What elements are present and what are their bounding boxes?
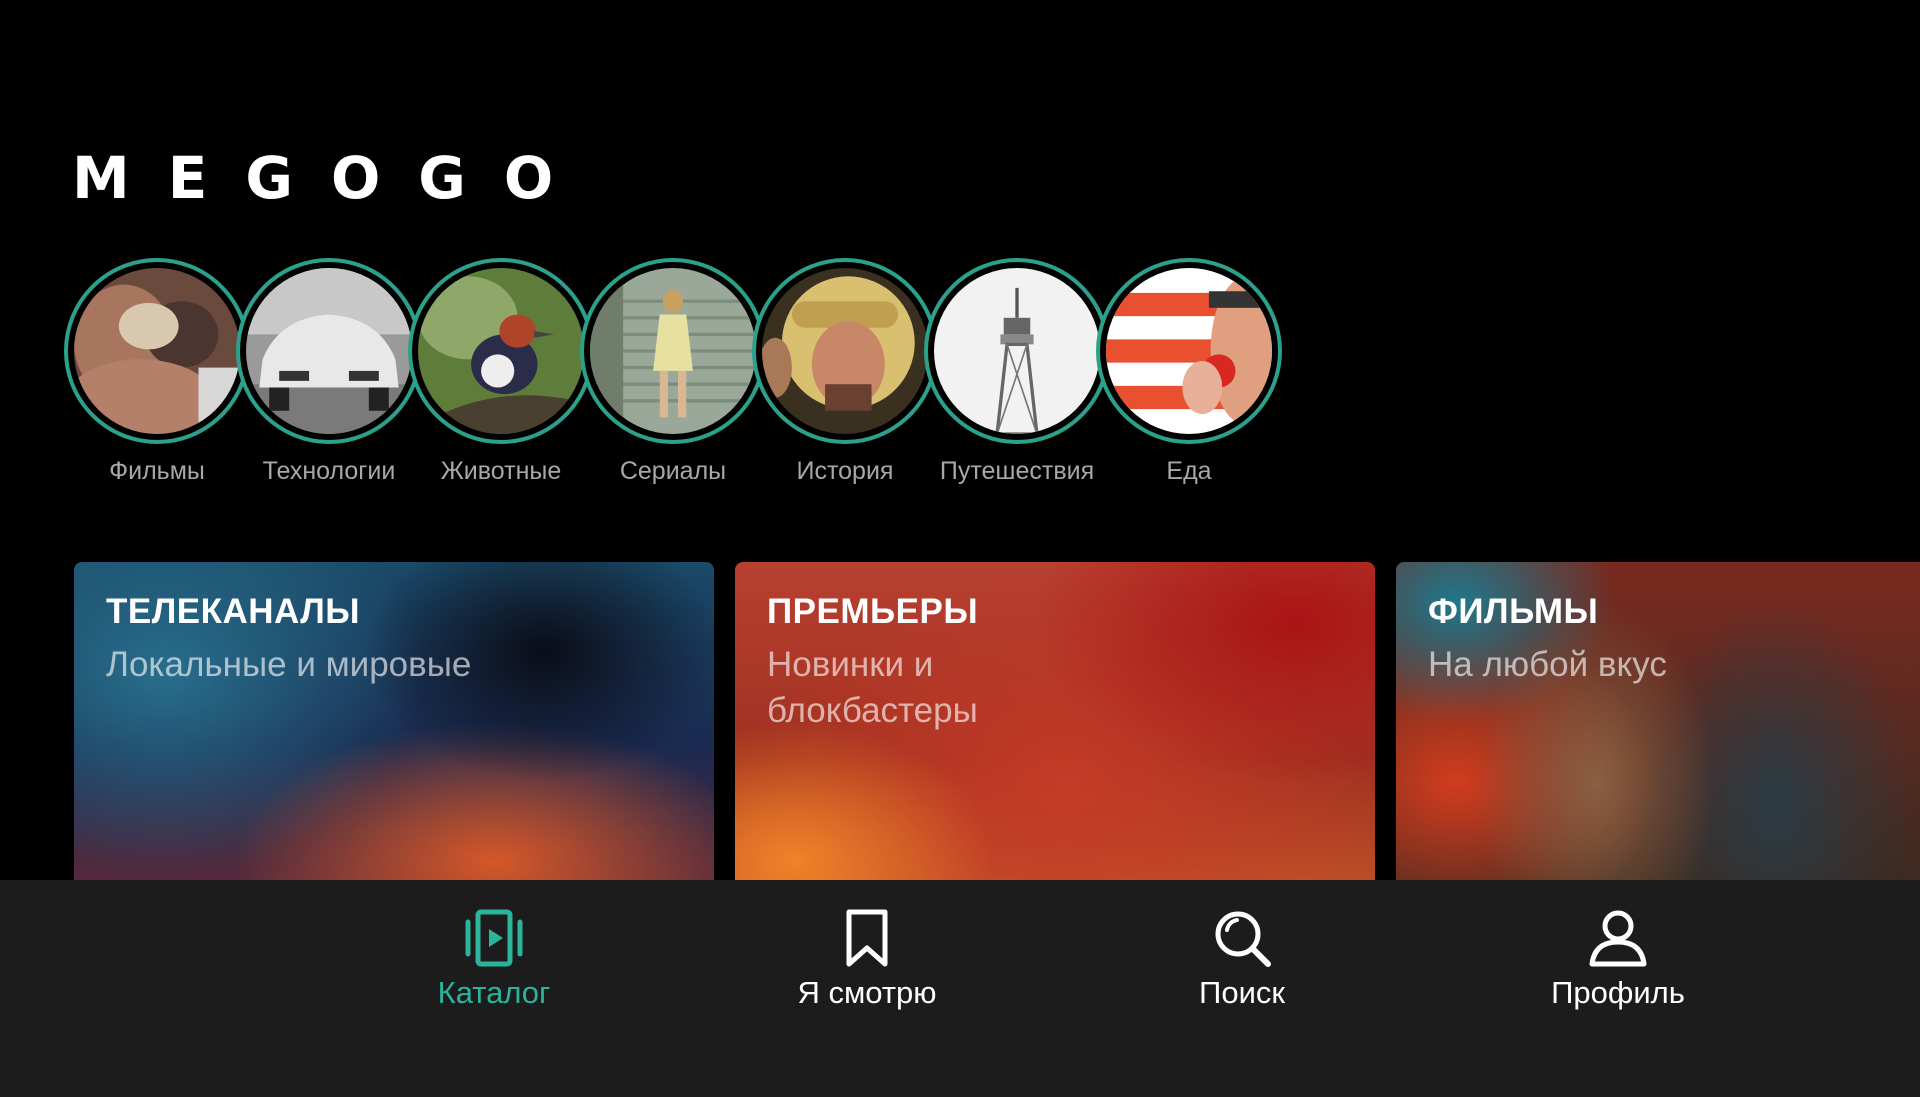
- nav-label: Каталог: [437, 975, 551, 1010]
- catalog-icon: [465, 909, 523, 967]
- card-subtitle: Локальные и мировые: [106, 645, 472, 684]
- aviator-photo: [762, 268, 928, 434]
- profile-icon: [1589, 910, 1647, 967]
- card-films[interactable]: ФИЛЬМЫ На любой вкус: [1396, 562, 1920, 892]
- story-label: История: [796, 457, 894, 485]
- story-ring: [752, 258, 938, 444]
- story-label: Технологии: [262, 457, 396, 485]
- couple-photo: [74, 268, 240, 434]
- collections-row: ТЕЛЕКАНАЛЫ Локальные и мировые ПРЕМЬЕРЫ …: [74, 562, 1920, 892]
- card-subtitle: Новинки и блокбастеры: [767, 645, 978, 730]
- card-title: ТЕЛЕКАНАЛЫ: [106, 592, 361, 631]
- story-technology[interactable]: Технологии: [234, 258, 424, 486]
- bird-photo: [418, 268, 584, 434]
- story-films[interactable]: Фильмы: [62, 258, 252, 486]
- card-subtitle: На любой вкус: [1428, 645, 1667, 684]
- bookmark-icon: [846, 909, 888, 967]
- search-icon: [1215, 911, 1271, 967]
- story-animals[interactable]: Животные: [406, 258, 596, 486]
- story-label: Путешествия: [939, 457, 1095, 485]
- story-food[interactable]: Еда: [1094, 258, 1284, 486]
- story-ring: [924, 258, 1110, 444]
- tomato-photo: [1106, 268, 1272, 434]
- car-photo: [246, 268, 412, 434]
- nav-label: Я смотрю: [797, 975, 937, 1010]
- nav-search[interactable]: Поиск: [1122, 906, 1362, 1012]
- nav-catalog[interactable]: Каталог: [374, 906, 614, 1012]
- app-screen: MEGOGO Фильмы Технологии Животные Сериал…: [0, 0, 1920, 1097]
- story-ring: [408, 258, 594, 444]
- card-title: ПРЕМЬЕРЫ: [767, 592, 979, 631]
- card-tv-channels[interactable]: ТЕЛЕКАНАЛЫ Локальные и мировые: [74, 562, 714, 892]
- story-travel[interactable]: Путешествия: [922, 258, 1112, 486]
- story-ring: [1096, 258, 1282, 444]
- megogo-logo: MEGOGO: [72, 144, 592, 212]
- story-label: Сериалы: [619, 457, 727, 485]
- card-premieres[interactable]: ПРЕМЬЕРЫ Новинки и блокбастеры: [735, 562, 1375, 892]
- bottom-navigation: Каталог Я смотрю Поиск Профиль: [0, 880, 1920, 1097]
- story-label: Еда: [1166, 457, 1212, 485]
- story-ring: [236, 258, 422, 444]
- nav-profile[interactable]: Профиль: [1498, 906, 1738, 1012]
- category-stories-row: Фильмы Технологии Животные Сериалы Истор…: [62, 258, 1562, 498]
- story-history[interactable]: История: [750, 258, 940, 486]
- nav-watching[interactable]: Я смотрю: [747, 906, 987, 1012]
- story-label: Фильмы: [109, 457, 205, 485]
- nav-label: Профиль: [1551, 975, 1685, 1010]
- tower-photo: [934, 268, 1100, 434]
- stairs-woman-photo: [590, 268, 756, 434]
- story-series[interactable]: Сериалы: [578, 258, 768, 486]
- story-label: Животные: [440, 457, 562, 485]
- nav-label: Поиск: [1199, 975, 1285, 1010]
- story-ring: [580, 258, 766, 444]
- story-ring: [64, 258, 250, 444]
- card-title: ФИЛЬМЫ: [1428, 592, 1599, 631]
